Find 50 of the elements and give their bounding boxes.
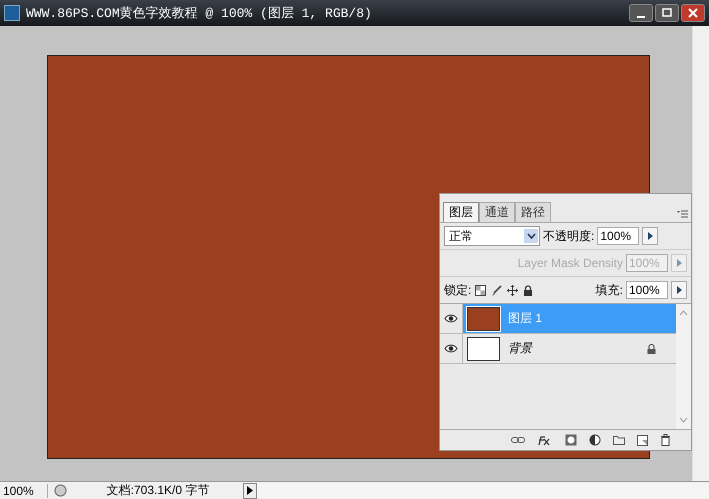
document-size: 文档:703.1K/0 字节 — [106, 482, 210, 499]
mask-density-slider-button[interactable] — [671, 254, 687, 272]
triangle-icon — [676, 259, 682, 267]
panel-tab[interactable]: 通道 — [479, 202, 515, 222]
fill-slider-button[interactable] — [671, 281, 687, 299]
status-menu-button[interactable] — [243, 482, 257, 498]
triangle-icon — [648, 232, 653, 240]
new-layer-icon[interactable] — [637, 434, 648, 446]
menu-icon[interactable] — [676, 209, 688, 218]
triangle-icon — [247, 486, 253, 495]
mask-density-label: Layer Mask Density — [518, 256, 623, 270]
brush-icon[interactable] — [491, 284, 502, 296]
opacity-field[interactable]: 100% — [597, 227, 640, 245]
minimize-button[interactable] — [629, 4, 653, 22]
lock-label: 锁定: — [444, 282, 472, 298]
layer-row[interactable]: 背景 — [440, 334, 676, 364]
scroll-down-icon[interactable] — [679, 417, 688, 423]
blend-mode-dropdown[interactable]: 正常 — [444, 226, 540, 246]
layer-name: 背景 — [508, 340, 534, 357]
eye-icon[interactable] — [444, 344, 458, 353]
fill-label: 填充: — [596, 282, 623, 298]
maximize-button[interactable] — [655, 4, 679, 22]
opacity-label: 不透明度: — [543, 228, 594, 244]
lock-transparency-icon[interactable] — [475, 284, 486, 296]
scrollbar[interactable] — [676, 304, 691, 429]
eye-icon[interactable] — [444, 314, 458, 323]
link-icon[interactable] — [511, 436, 525, 444]
scrollbar[interactable] — [692, 26, 709, 481]
lock-icon[interactable] — [523, 284, 534, 296]
panel-tab[interactable]: 图层 — [443, 202, 479, 222]
zoom-level: 100% — [0, 484, 48, 498]
maximize-icon — [662, 8, 672, 18]
triangle-icon — [676, 286, 682, 294]
status-icon[interactable] — [54, 484, 67, 497]
mask-icon[interactable] — [565, 434, 577, 446]
panel-tab[interactable]: 路径 — [515, 202, 551, 222]
opacity-slider-button[interactable] — [642, 227, 658, 245]
layer-name: 图层 1 — [508, 310, 544, 327]
move-icon[interactable] — [507, 284, 518, 296]
folder-icon[interactable] — [613, 435, 625, 445]
fill-field[interactable]: 100% — [626, 281, 668, 299]
window-title: WWW.86PS.COM黄色字效教程 @ 100% (图层 1, RGB/8) — [26, 5, 373, 22]
scroll-up-icon[interactable] — [679, 310, 688, 316]
app-icon — [4, 5, 20, 21]
scrollbar[interactable] — [257, 483, 709, 498]
close-icon — [688, 8, 698, 18]
close-button[interactable] — [681, 4, 705, 22]
minimize-icon — [637, 16, 645, 18]
trash-icon[interactable] — [660, 434, 671, 446]
adjustment-icon[interactable] — [589, 434, 601, 446]
